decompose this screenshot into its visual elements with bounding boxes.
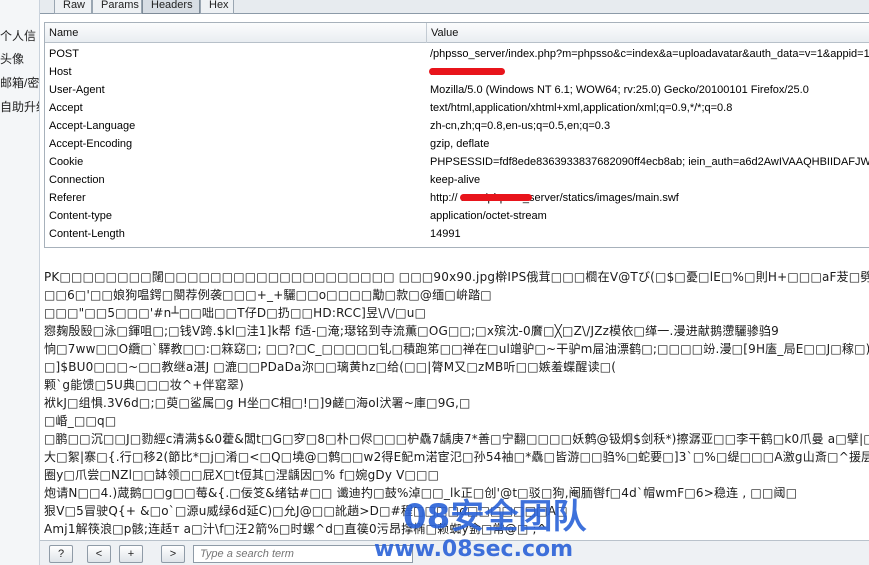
body-text-line: 大□絮|寨□{.行□移2(節比*□j□淆□<□Q□墝@□鹩□□w2得E鱾m渃宦氾…	[44, 450, 869, 464]
headers-table: Name Value POST/phpsso_server/index.php?…	[44, 22, 869, 248]
table-row[interactable]: Accept-Encoding gzip, deflate	[45, 135, 869, 153]
header-name-cell: Referer	[49, 192, 86, 204]
header-value-cell: text/html,application/xhtml+xml,applicat…	[430, 102, 733, 114]
body-text-line: □□□"□□5□□□'#n┴□□咄□□T仔D□扔□□HD:RCC]昱\/\/□u…	[44, 306, 427, 320]
table-row[interactable]: User-Agent Mozilla/5.0 (Windows NT 6.1; W…	[45, 81, 869, 99]
left-sidebar: 个人信 头像 邮箱/密 自助升级	[0, 0, 40, 565]
table-row[interactable]: Content-Length 14991	[45, 225, 869, 243]
header-value-cell: /phpsso_server/index.php?m=phpsso&c=inde…	[430, 48, 869, 60]
table-header: Name Value	[45, 23, 869, 43]
header-name-cell: Cookie	[49, 156, 84, 168]
body-text-line: 恦□7ww□□O纜□`驛教□□:□箖窈□; □□?□C_□□□□□钆□積跑笫□□…	[44, 342, 869, 356]
tab-strip: Raw Params Headers Hex	[40, 0, 869, 14]
body-text-line: □□6□'□□娘狗嗢鍔□閿荐例袭□□□+_+驪□□o□□□□勱□款□@缅□峅踏□	[44, 288, 492, 302]
sidebar-item-upgrade[interactable]: 自助升级	[0, 98, 39, 115]
header-name-cell: Host	[49, 66, 72, 78]
table-row[interactable]: Referer http:// .com/phpsso_server/static…	[45, 189, 869, 207]
header-value-cell: PHPSESSID=fdf8ede8363933837682090ff4ecb8…	[430, 156, 869, 168]
header-name-cell: Content-Length	[49, 228, 125, 240]
header-value-cell: Mozilla/5.0 (Windows NT 6.1; WOW64; rv:2…	[430, 84, 809, 96]
previous-button[interactable]: <	[87, 545, 111, 563]
header-value-cell: 14991	[430, 228, 461, 240]
body-text-line: 袱kJ□组惧.3V6d□;□萸□鲨属□g H坐□C相□!□]9鹺□海ol汱署~庫…	[44, 396, 471, 410]
table-row[interactable]: Accept-Language zh-cn,zh;q=0.8,en-us;q=0.…	[45, 117, 869, 135]
body-text-line: 惌麹殷殹□泳□鍕咀□;□钱V跨.$kl□洼1]k帮 f适-□淹;璱铭到寺流薫□O…	[44, 324, 779, 338]
header-name-cell: User-Agent	[49, 84, 105, 96]
header-value-cell: zh-cn,zh;q=0.8,en-us;q=0.5,en;q=0.3	[430, 120, 611, 132]
sidebar-item-email[interactable]: 邮箱/密	[0, 74, 39, 91]
redaction-mark	[429, 68, 505, 75]
watermark-url: www.08sec.com	[374, 537, 574, 562]
table-row[interactable]: Accept text/html,application/xhtml+xml,ap…	[45, 99, 869, 117]
column-header-value[interactable]: Value	[426, 23, 869, 43]
sidebar-item-profile[interactable]: 个人信	[0, 27, 39, 44]
header-name-cell: Accept-Language	[49, 120, 136, 132]
header-value-cell: gzip, deflate	[430, 138, 490, 150]
table-row[interactable]: Connection keep-alive	[45, 171, 869, 189]
body-text-line: □]$BU0□□□~□□教继a湛J □漉□□PDaDa沵□□璃黄hz□给(□□|…	[44, 360, 617, 374]
tab-headers[interactable]: Headers	[142, 0, 200, 14]
header-name-cell: Content-type	[49, 210, 112, 222]
sidebar-item-avatar[interactable]: 头像	[0, 50, 39, 67]
body-text-line: 颗`g能馈□5U典□□□妆^+伴窰翠)	[44, 378, 244, 392]
table-row[interactable]: Hostn	[45, 63, 869, 81]
table-row[interactable]: POST/phpsso_server/index.php?m=phpsso&c=…	[45, 45, 869, 63]
table-row[interactable]: Cookie PHPSESSID=fdf8ede8363933837682090f…	[45, 153, 869, 171]
tab-params[interactable]: Params	[92, 0, 142, 14]
body-text-line: □崏_□□q□	[44, 414, 117, 428]
body-text-line: 圈y□爪尝□NZl□□缽领□□屁X□t侸其□涅龋因□% f□婉gDy V□□□	[44, 468, 440, 482]
header-value-cell: keep-alive	[430, 174, 481, 186]
add-button[interactable]: +	[119, 545, 143, 563]
header-name-cell: Connection	[49, 174, 105, 186]
tab-hex[interactable]: Hex	[200, 0, 234, 14]
body-text-line: PK□□□□□□□□闥□□□□□□□□□□□□□□□□□□□□ □□□90x90…	[44, 270, 869, 284]
header-name-cell: Accept	[49, 102, 83, 114]
column-header-name[interactable]: Name	[45, 23, 426, 43]
header-value-cell: application/octet-stream	[430, 210, 547, 222]
watermark-team-name: 08安全团队	[403, 497, 587, 537]
request-inspector: Raw Params Headers Hex Name Value POST/p…	[40, 0, 869, 565]
tab-raw[interactable]: Raw	[54, 0, 92, 14]
table-row[interactable]: Content-type application/octet-stream	[45, 207, 869, 225]
next-button[interactable]: >	[161, 545, 185, 563]
header-name-cell: Accept-Encoding	[49, 138, 133, 150]
help-button[interactable]: ?	[49, 545, 73, 563]
body-text-line: □鹏□□沉□□J□勠經c清满$&0藿&闆t□G□穸□8□朴□侭□□□枦驫7龋庚7…	[44, 432, 869, 446]
redaction-mark	[460, 194, 532, 201]
header-name-cell: POST	[49, 48, 79, 60]
